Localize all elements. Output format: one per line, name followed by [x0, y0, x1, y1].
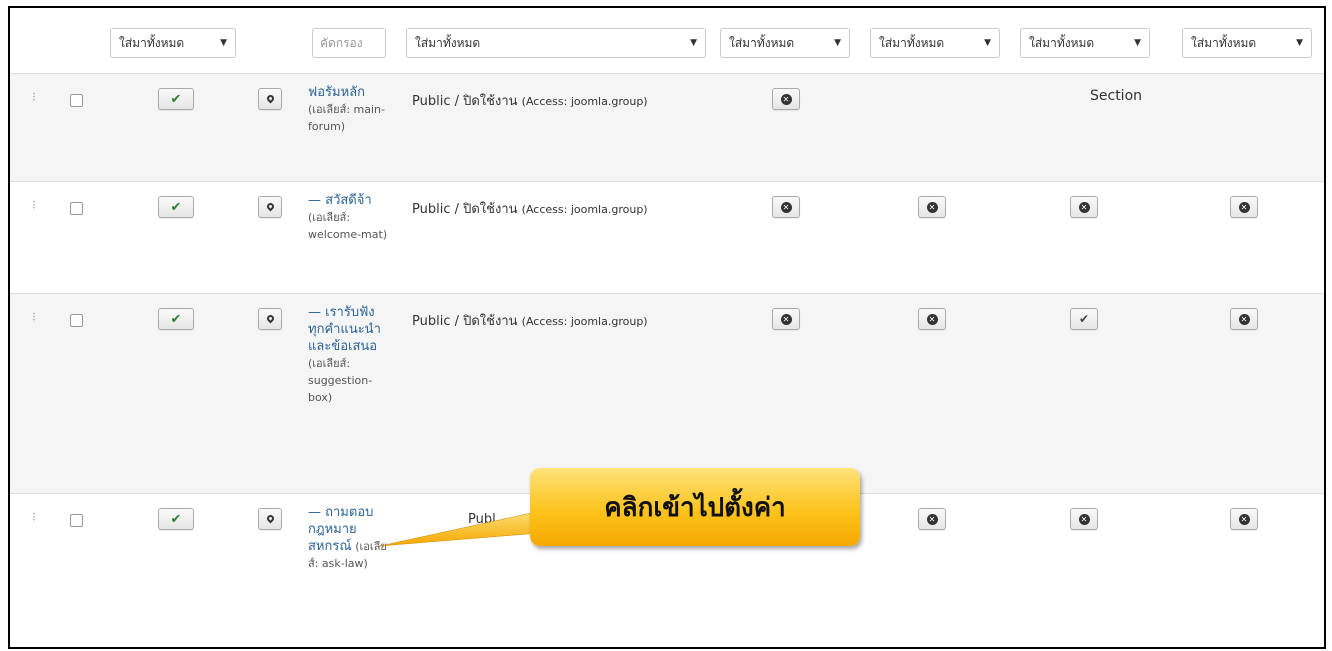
permission-toggle-button[interactable]: ✔ [1070, 308, 1098, 330]
dropdown-arrow-icon: ▼ [690, 38, 697, 48]
times-circle-icon: ✕ [780, 201, 792, 213]
column4-filter-select[interactable]: ใส่มาทั้งหมด ▼ [1182, 28, 1312, 58]
location-pin-button[interactable] [258, 508, 282, 530]
access-level-text: Public / ปิดใช้งาน [412, 202, 518, 217]
row-checkbox[interactable] [70, 514, 83, 527]
column4-filter-value: ใส่มาทั้งหมด [1191, 36, 1257, 50]
access-filter-select[interactable]: ใส่มาทั้งหมด ▼ [406, 28, 706, 58]
section-label: Section [1090, 88, 1143, 104]
access-group-text: (Access: joomla.group) [521, 315, 648, 328]
published-toggle-button[interactable]: ✔ [158, 308, 194, 330]
times-circle-icon: ✕ [780, 313, 792, 325]
table-row: ✔ — สวัสดีจ้า (เอเลียส์: welcome-mat) Pu… [10, 182, 1324, 294]
column1-filter-value: ใส่มาทั้งหมด [729, 36, 795, 50]
permission-toggle-button[interactable]: ✕ [918, 308, 946, 330]
times-circle-icon: ✕ [1078, 513, 1090, 525]
row-checkbox[interactable] [70, 202, 83, 215]
dropdown-arrow-icon: ▼ [984, 38, 991, 48]
row-checkbox[interactable] [70, 94, 83, 107]
access-group-text: (Access: joomla.group) [521, 95, 648, 108]
times-circle-icon: ✕ [780, 93, 792, 105]
column3-filter-value: ใส่มาทั้งหมด [1029, 36, 1095, 50]
published-toggle-button[interactable]: ✔ [158, 196, 194, 218]
times-circle-icon: ✕ [1238, 313, 1250, 325]
status-filter-select[interactable]: ใส่มาทั้งหมด ▼ [110, 28, 236, 58]
category-title-link[interactable]: ฟอรัมหลัก [308, 85, 365, 100]
drag-handle-icon[interactable] [32, 512, 36, 522]
category-alias: (เอเลียส์: main-forum) [308, 103, 385, 133]
table-row: ✔ — เรารับฟังทุกคำแนะนำและข้อเสนอ (เอเลี… [10, 294, 1324, 494]
column1-filter-select[interactable]: ใส่มาทั้งหมด ▼ [720, 28, 850, 58]
check-icon: ✔ [170, 511, 182, 527]
access-level-text: Public / ปิดใช้งาน [412, 94, 518, 109]
times-circle-icon: ✕ [1238, 201, 1250, 213]
published-toggle-button[interactable]: ✔ [158, 508, 194, 530]
dropdown-arrow-icon: ▼ [834, 38, 841, 48]
check-icon: ✔ [170, 199, 182, 215]
permission-toggle-button[interactable]: ✕ [1070, 508, 1098, 530]
dropdown-arrow-icon: ▼ [1134, 38, 1141, 48]
location-pin-button[interactable] [258, 308, 282, 330]
times-circle-icon: ✕ [1078, 201, 1090, 213]
map-pin-icon [265, 513, 275, 523]
drag-handle-icon[interactable] [32, 312, 36, 322]
category-title-cell: — ถามตอบกฎหมายสหกรณ์ (เอเลียส์: ask-law) [308, 504, 388, 572]
permission-toggle-button[interactable]: ✕ [1230, 196, 1258, 218]
row-checkbox[interactable] [70, 314, 83, 327]
permission-toggle-button[interactable]: ✕ [1230, 308, 1258, 330]
location-pin-button[interactable] [258, 88, 282, 110]
check-icon: ✔ [1078, 312, 1090, 326]
times-circle-icon: ✕ [1238, 513, 1250, 525]
category-title-cell: — สวัสดีจ้า (เอเลียส์: welcome-mat) [308, 192, 388, 243]
published-toggle-button[interactable]: ✔ [158, 88, 194, 110]
column3-filter-select[interactable]: ใส่มาทั้งหมด ▼ [1020, 28, 1150, 58]
dropdown-arrow-icon: ▼ [1296, 38, 1303, 48]
dropdown-arrow-icon: ▼ [220, 38, 227, 48]
drag-handle-icon[interactable] [32, 92, 36, 102]
check-icon: ✔ [170, 91, 182, 107]
times-circle-icon: ✕ [926, 313, 938, 325]
permission-toggle-button[interactable]: ✕ [772, 308, 800, 330]
column2-filter-value: ใส่มาทั้งหมด [879, 36, 945, 50]
category-alias: (เอเลียส์: welcome-mat) [308, 211, 388, 241]
callout-text: คลิกเข้าไปตั้งค่า [604, 492, 786, 523]
location-pin-button[interactable] [258, 196, 282, 218]
permission-toggle-button[interactable]: ✕ [918, 508, 946, 530]
times-circle-icon: ✕ [926, 513, 938, 525]
permission-toggle-button[interactable]: ✕ [772, 196, 800, 218]
permission-toggle-button[interactable]: ✕ [1230, 508, 1258, 530]
category-title-cell: ฟอรัมหลัก (เอเลียส์: main-forum) [308, 84, 388, 135]
access-filter-value: ใส่มาทั้งหมด [415, 36, 481, 50]
column2-filter-select[interactable]: ใส่มาทั้งหมด ▼ [870, 28, 1000, 58]
permission-toggle-button[interactable]: ✕ [918, 196, 946, 218]
status-filter-value: ใส่มาทั้งหมด [119, 36, 185, 50]
callout-annotation: คลิกเข้าไปตั้งค่า [530, 468, 860, 546]
permission-toggle-button[interactable]: ✕ [1070, 196, 1098, 218]
filter-search-input[interactable] [312, 28, 386, 58]
category-alias: (เอเลียส์: suggestion-box) [308, 357, 373, 404]
category-title-link[interactable]: — เรารับฟังทุกคำแนะนำและข้อเสนอ [308, 305, 381, 354]
access-level-text: Public / ปิดใช้งาน [412, 314, 518, 329]
map-pin-icon [265, 201, 275, 211]
category-title-link[interactable]: — สวัสดีจ้า [308, 193, 372, 208]
drag-handle-icon[interactable] [32, 200, 36, 210]
map-pin-icon [265, 93, 275, 103]
map-pin-icon [265, 313, 275, 323]
category-title-cell: — เรารับฟังทุกคำแนะนำและข้อเสนอ (เอเลียส… [308, 304, 388, 406]
access-cell: Public / ปิดใช้งาน (Access: joomla.group… [412, 198, 648, 219]
access-cell: Public / ปิดใช้งาน (Access: joomla.group… [412, 310, 648, 331]
screenshot-frame: ใส่มาทั้งหมด ▼ ใส่มาทั้งหมด ▼ ใส่มาทั้งห… [8, 6, 1326, 649]
times-circle-icon: ✕ [926, 201, 938, 213]
check-icon: ✔ [170, 311, 182, 327]
access-group-text: (Access: joomla.group) [521, 203, 648, 216]
filter-row: ใส่มาทั้งหมด ▼ ใส่มาทั้งหมด ▼ ใส่มาทั้งห… [10, 8, 1324, 74]
access-cell: Public / ปิดใช้งาน (Access: joomla.group… [412, 90, 648, 111]
table-row: ✔ ฟอรัมหลัก (เอเลียส์: main-forum) Publi… [10, 74, 1324, 182]
permission-toggle-button[interactable]: ✕ [772, 88, 800, 110]
